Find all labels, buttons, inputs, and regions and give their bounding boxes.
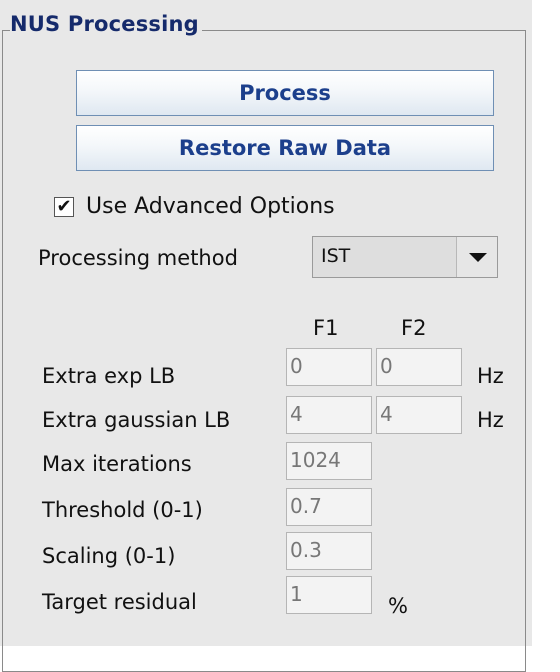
processing-method-label: Processing method [38,246,238,270]
nus-processing-panel: NUS Processing Process Restore Raw Data … [0,0,532,672]
processing-method-value: IST [321,245,351,267]
dropdown-button[interactable] [456,237,497,277]
extra-exp-lb-f1-input[interactable]: 0 [286,348,372,386]
max-iterations-label: Max iterations [42,452,192,476]
checkmark-icon: ✔ [56,195,72,217]
target-residual-input[interactable]: 1 [286,576,372,614]
target-residual-label: Target residual [42,590,197,614]
threshold-input[interactable]: 0.7 [286,488,372,526]
column-header-f2: F2 [401,316,427,340]
scaling-label: Scaling (0-1) [42,544,176,568]
extra-gaussian-lb-f2-input[interactable]: 4 [376,396,462,434]
extra-exp-lb-f2-input[interactable]: 0 [376,348,462,386]
scaling-input[interactable]: 0.3 [286,532,372,570]
target-residual-unit: % [388,594,408,618]
threshold-label: Threshold (0-1) [42,498,203,522]
extra-exp-lb-label: Extra exp LB [42,364,176,388]
max-iterations-input[interactable]: 1024 [286,442,372,480]
advanced-options-label: Use Advanced Options [86,194,335,219]
advanced-options-checkbox[interactable]: ✔ [54,195,74,217]
chevron-down-icon [469,253,487,262]
extra-gaussian-lb-unit: Hz [477,408,504,432]
extra-exp-lb-unit: Hz [477,364,504,388]
panel-title: NUS Processing [10,12,202,36]
restore-raw-data-button[interactable]: Restore Raw Data [76,125,494,171]
process-button[interactable]: Process [76,70,494,116]
column-header-f1: F1 [313,316,339,340]
advanced-options-row[interactable]: ✔ Use Advanced Options [54,194,335,219]
extra-gaussian-lb-f1-input[interactable]: 4 [286,396,372,434]
processing-method-select[interactable]: IST [312,236,498,278]
extra-gaussian-lb-label: Extra gaussian LB [42,408,231,432]
